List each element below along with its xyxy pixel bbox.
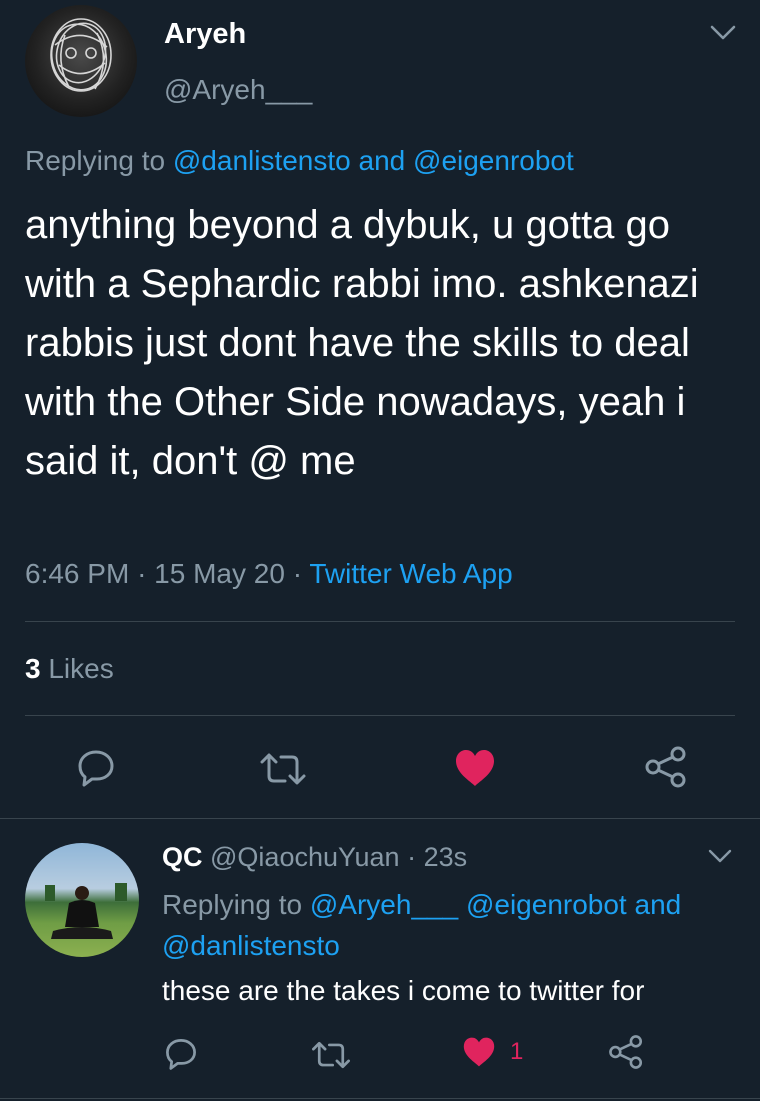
reply-separator: · [407, 842, 417, 872]
replying-and[interactable]: and [635, 889, 682, 920]
share-icon [645, 746, 686, 788]
divider [0, 818, 760, 819]
like-button[interactable] [454, 748, 496, 788]
mention-aryeh[interactable]: @Aryeh___ [310, 889, 458, 920]
reply-icon [166, 1039, 196, 1070]
reply-timestamp[interactable]: 23s [424, 842, 468, 872]
tweet-source[interactable]: Twitter Web App [309, 558, 512, 589]
chevron-down-icon[interactable] [708, 22, 738, 44]
heart-icon [456, 750, 494, 786]
retweet-button[interactable] [258, 750, 308, 788]
tweet-time: 6:46 PM [25, 558, 130, 589]
reply-author-avatar[interactable] [25, 843, 139, 957]
retweet-icon [260, 753, 306, 785]
retweet-icon [312, 1041, 350, 1069]
replying-prefix: Replying to [25, 145, 166, 176]
reply-reply-button[interactable] [164, 1037, 198, 1071]
meta-separator: · [137, 558, 147, 589]
tweet-meta: 6:46 PM · 15 May 20 · Twitter Web App [25, 558, 513, 590]
reply-icon [78, 750, 114, 787]
tweet-date: 15 May 20 [154, 558, 285, 589]
author-name[interactable]: Aryeh [164, 18, 246, 51]
likes-summary[interactable]: 3 Likes [25, 653, 114, 685]
heart-icon [463, 1037, 495, 1067]
reply-replying-to: Replying to @Aryeh___ @eigenrobot and @d… [162, 884, 742, 966]
reply-text: these are the takes i come to twitter fo… [162, 975, 645, 1006]
reply-retweet-button[interactable] [310, 1039, 352, 1071]
replying-prefix: Replying to [162, 889, 303, 920]
share-button[interactable] [644, 746, 688, 788]
reply-button[interactable] [76, 748, 116, 788]
divider [0, 1098, 760, 1099]
divider [25, 621, 735, 622]
replying-to-line: Replying to @danlistensto and @eigenrobo… [25, 145, 574, 177]
reply-share-button[interactable] [608, 1034, 644, 1070]
reply-author-name[interactable]: QC [162, 842, 203, 872]
tweet-text: anything beyond a dybuk, u gotta go with… [25, 203, 699, 483]
author-avatar[interactable] [25, 5, 137, 117]
likes-label: Likes [48, 653, 114, 684]
divider [25, 715, 735, 716]
replying-and[interactable]: and [359, 145, 406, 176]
reply-header: QC @QiaochuYuan · 23s [162, 842, 467, 873]
mention-eigenrobot[interactable]: @eigenrobot [413, 145, 574, 176]
author-handle[interactable]: @Aryeh___ [164, 74, 312, 106]
chevron-down-icon[interactable] [706, 846, 734, 866]
likes-count: 3 [25, 653, 41, 684]
meta-separator: · [292, 558, 303, 589]
share-icon [609, 1035, 643, 1069]
reply-like-count: 1 [510, 1038, 524, 1065]
reply-like-button[interactable]: 1 [462, 1036, 523, 1068]
mention-danlistensto[interactable]: @danlistensto [173, 145, 351, 176]
reply-author-handle[interactable]: @QiaochuYuan [210, 842, 400, 872]
mention-eigenrobot[interactable]: @eigenrobot [466, 889, 627, 920]
mention-danlistensto[interactable]: @danlistensto [162, 930, 340, 961]
